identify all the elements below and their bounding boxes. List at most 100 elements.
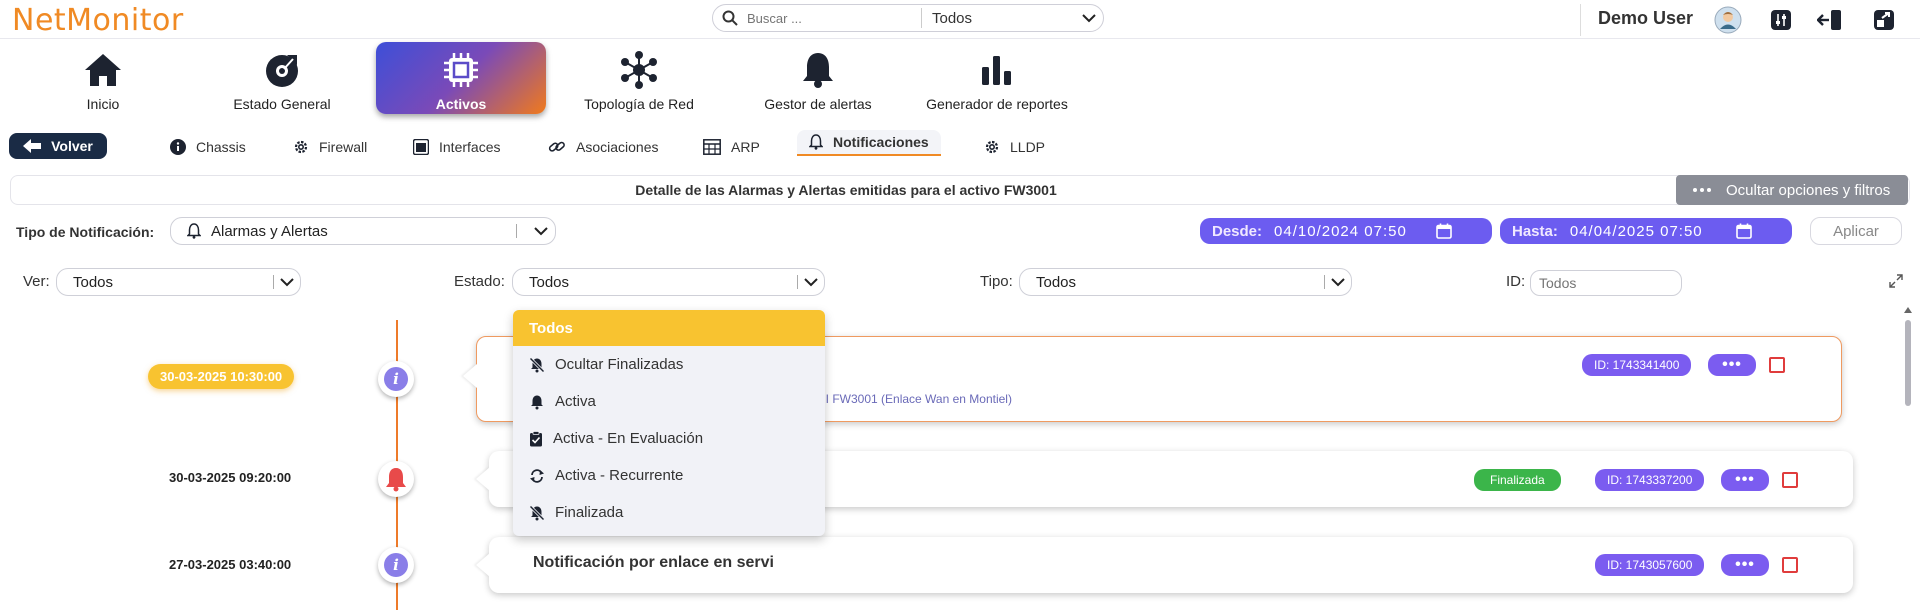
dashboard-icon: [263, 50, 301, 90]
date-from-field[interactable]: Desde: 04/10/2024 07:50: [1200, 218, 1492, 244]
date-to-label: Hasta:: [1512, 222, 1558, 240]
more-options-button[interactable]: •••: [1721, 469, 1769, 491]
estado-option-todos[interactable]: Todos: [513, 310, 825, 346]
tab-lldp[interactable]: LLDP: [984, 134, 1045, 160]
calendar-icon[interactable]: [1436, 223, 1452, 239]
select-checkbox[interactable]: [1782, 472, 1798, 488]
tab-asociaciones[interactable]: Asociaciones: [548, 134, 659, 160]
gear-icon: [984, 139, 1000, 155]
estado-option-recurrente[interactable]: Activa - Recurrente: [513, 457, 825, 494]
nav-label: Inicio: [86, 96, 120, 112]
search-input[interactable]: [747, 6, 907, 30]
timeline-date: 27-03-2025 03:40:00: [169, 557, 292, 572]
estado-option-finalizada[interactable]: Finalizada: [513, 494, 825, 531]
more-options-button[interactable]: •••: [1708, 354, 1756, 376]
tipo-value: Todos: [1036, 273, 1077, 291]
estado-dropdown-menu: Todos Ocultar Finalizadas Activa Activa …: [513, 310, 825, 536]
more-options-button[interactable]: •••: [1721, 554, 1769, 576]
date-from-label: Desde:: [1212, 222, 1263, 240]
app-logo: NetMonitor: [12, 3, 184, 38]
repeat-icon: [529, 468, 545, 484]
timeline-node: [378, 461, 414, 497]
home-icon: [83, 50, 123, 90]
switch-view-icon[interactable]: [1870, 6, 1898, 34]
topbar-separator: [1580, 4, 1581, 36]
settings-sliders-icon[interactable]: [1767, 6, 1795, 34]
notification-type-value: Alarmas y Alertas: [211, 222, 328, 240]
expand-icon[interactable]: [1888, 273, 1904, 289]
nav-label: Generador de reportes: [926, 96, 1068, 112]
date-to-field[interactable]: Hasta: 04/04/2025 07:50: [1500, 218, 1792, 244]
hide-filters-button[interactable]: Ocultar opciones y filtros: [1676, 175, 1908, 205]
bell-icon: [809, 134, 823, 150]
tab-label: Asociaciones: [576, 139, 659, 155]
link-icon: [548, 139, 566, 155]
interfaces-icon: [413, 139, 429, 155]
bell-icon: [529, 394, 545, 410]
tab-label: ARP: [731, 139, 760, 155]
status-badge: Finalizada: [1474, 469, 1561, 491]
nav-label: Activos: [435, 96, 487, 112]
scrollbar-thumb[interactable]: [1905, 320, 1911, 406]
detail-title: Detalle de las Alarmas y Alertas emitida…: [635, 182, 1057, 198]
chevron-down-icon: [798, 277, 824, 287]
id-input[interactable]: [1530, 270, 1682, 296]
nav-label: Topología de Red: [584, 96, 694, 112]
gear-icon: [293, 139, 309, 155]
chevron-down-icon[interactable]: [1075, 13, 1103, 23]
select-checkbox[interactable]: [1769, 357, 1785, 373]
nav-topologia[interactable]: Topología de Red: [554, 42, 724, 114]
nav-gestor-alertas[interactable]: Gestor de alertas: [733, 42, 903, 114]
notification-type-select[interactable]: Alarmas y Alertas: [170, 217, 556, 245]
tipo-select[interactable]: Todos: [1019, 268, 1352, 296]
estado-option-ocultar-finalizadas[interactable]: Ocultar Finalizadas: [513, 346, 825, 383]
estado-select[interactable]: Todos: [512, 268, 825, 296]
card-subtitle: NI FW3001 (Enlace Wan en Montiel): [817, 392, 1012, 406]
tab-label: Chassis: [196, 139, 246, 155]
select-divider: [516, 224, 517, 238]
notification-type-label: Tipo de Notificación:: [16, 224, 155, 240]
tab-arp[interactable]: ARP: [703, 134, 760, 160]
notification-id-badge: ID: 1743341400: [1582, 354, 1692, 376]
bell-icon: [801, 50, 835, 90]
back-button[interactable]: Volver: [9, 133, 107, 159]
tab-notificaciones[interactable]: Notificaciones: [797, 130, 941, 156]
ver-select[interactable]: Todos: [56, 268, 301, 296]
search-scope-select[interactable]: Todos: [922, 10, 1075, 27]
nav-activos[interactable]: Activos: [376, 42, 546, 114]
tab-label: LLDP: [1010, 139, 1046, 155]
estado-value: Todos: [529, 273, 570, 291]
bell-icon: [384, 466, 408, 492]
info-icon: i: [384, 553, 408, 577]
chevron-down-icon: [274, 277, 300, 287]
tab-interfaces[interactable]: Interfaces: [413, 134, 500, 160]
tab-firewall[interactable]: Firewall: [293, 134, 367, 160]
apply-button[interactable]: Aplicar: [1810, 217, 1902, 245]
option-label: Ocultar Finalizadas: [555, 356, 684, 373]
estado-option-activa[interactable]: Activa: [513, 383, 825, 420]
bell-slash-icon: [529, 356, 545, 373]
option-label: Todos: [529, 319, 573, 337]
logout-icon[interactable]: [1816, 6, 1844, 34]
network-icon: [620, 50, 658, 90]
card-pointer: [476, 553, 490, 577]
avatar[interactable]: [1714, 6, 1742, 34]
tab-chassis[interactable]: Chassis: [170, 134, 246, 160]
hide-filters-label: Ocultar opciones y filtros: [1726, 181, 1891, 199]
date-to-value: 04/04/2025 07:50: [1569, 222, 1703, 240]
timeline-node: i: [378, 547, 414, 583]
scroll-up-arrow[interactable]: [1903, 306, 1913, 314]
estado-option-en-evaluacion[interactable]: Activa - En Evaluación: [513, 420, 825, 457]
option-label: Activa - En Evaluación: [553, 430, 704, 447]
option-label: Finalizada: [555, 504, 624, 521]
calendar-icon[interactable]: [1736, 223, 1752, 239]
select-checkbox[interactable]: [1782, 557, 1798, 573]
nav-generador-reportes[interactable]: Generador de reportes: [912, 42, 1082, 114]
nav-estado-general[interactable]: Estado General: [197, 42, 367, 114]
topbar-divider: [0, 38, 1920, 39]
chip-icon: [442, 50, 480, 90]
nav-inicio[interactable]: Inicio: [18, 42, 188, 114]
date-from-value: 04/10/2024 07:50: [1274, 222, 1407, 240]
table-icon: [703, 139, 721, 155]
more-icon: [1692, 187, 1712, 193]
